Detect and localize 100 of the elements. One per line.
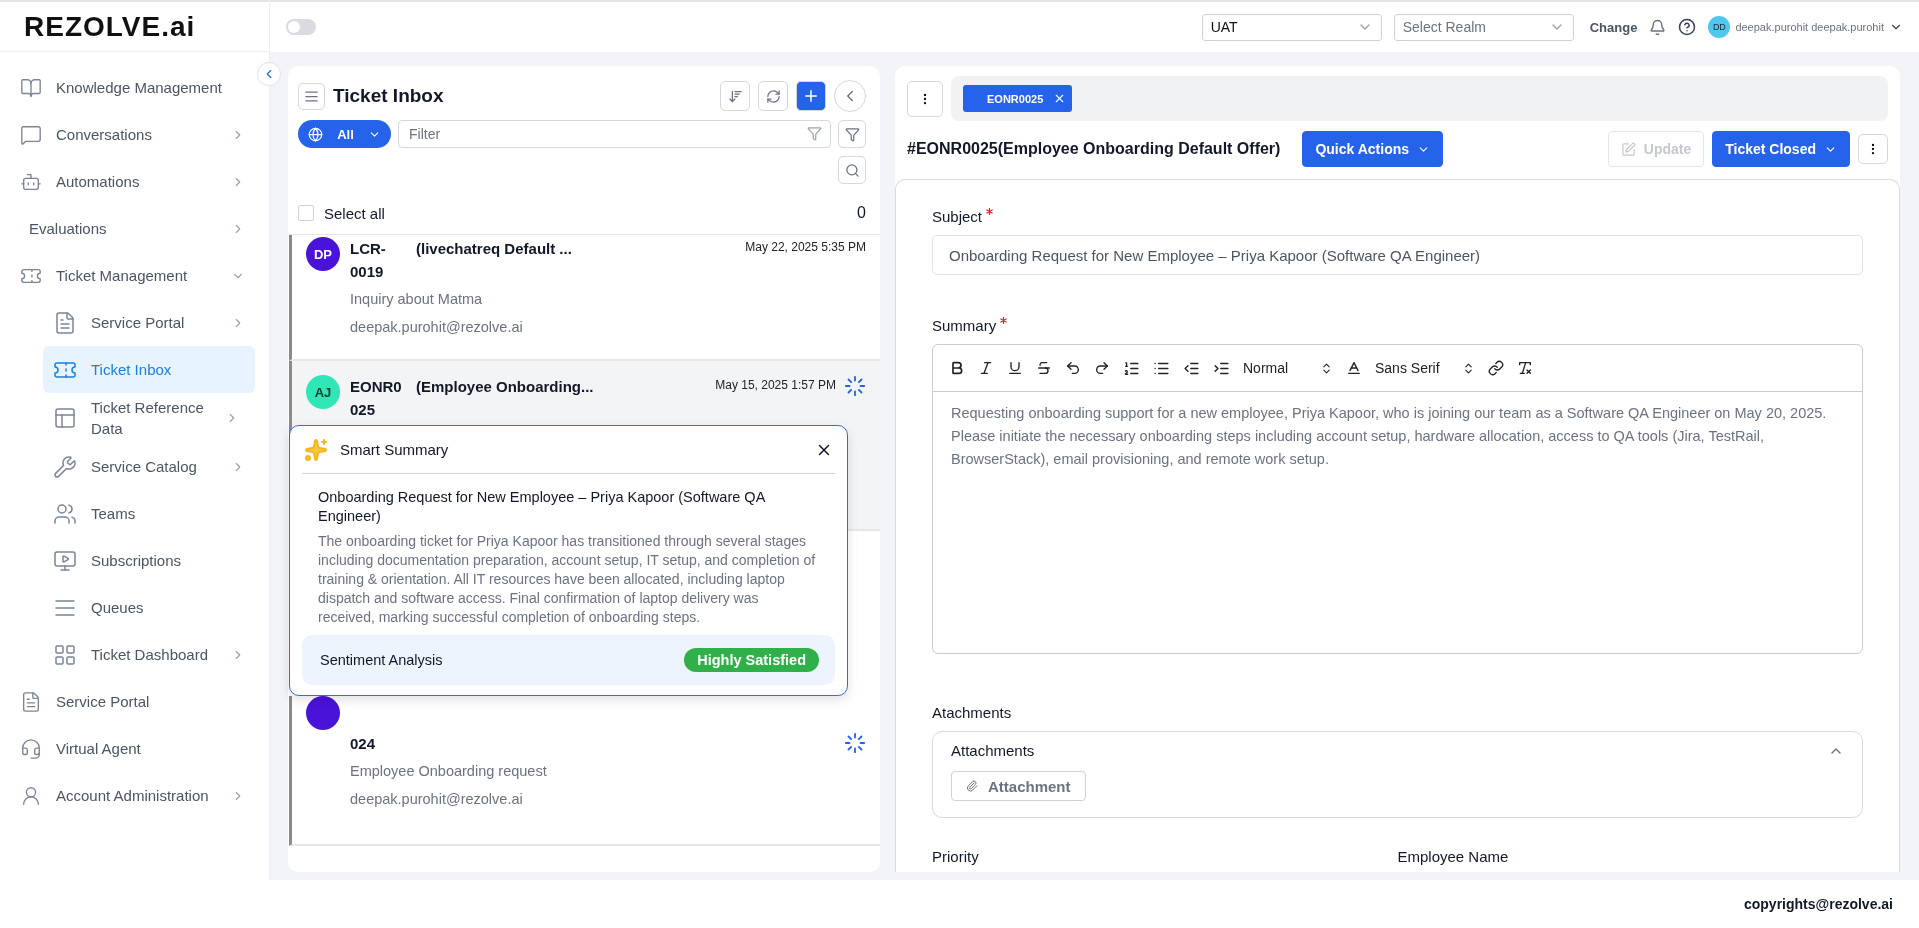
summary-text: Requesting onboarding support for a new employee, Priya Kapoor, who is joining our team as a Software QA Engineer on May 20, 2025. Please initiate the necessary onboarding steps including account setup, hardware allocation, access to QA tools (Jira, TestRail, BrowserStack), email provisioning, and remote work setup. [950, 404, 1828, 469]
undo-icon[interactable] [1065, 360, 1081, 376]
underline-icon[interactable] [1007, 360, 1023, 376]
format-select[interactable]: Normal [1243, 360, 1333, 376]
user-name[interactable]: deepak.purohit deepak.purohit [1735, 21, 1884, 33]
ticket-email: deepak.purohit@rezolve.ai [350, 318, 524, 337]
sidebar-item[interactable]: Ticket Inbox [43, 346, 255, 393]
attachment-button[interactable]: Attachment [951, 771, 1086, 801]
ticket-date: May 15, 2025 1:57 PM [715, 377, 836, 394]
sort-icon [727, 88, 743, 104]
paperclip-icon [966, 780, 978, 792]
sidebar-item[interactable]: Queues [43, 584, 255, 631]
environment-select[interactable]: UAT [1201, 13, 1382, 41]
change-link[interactable]: Change [1589, 19, 1638, 35]
ticket-heading: #EONR0025(Employee Onboarding Default Offer) [907, 140, 1281, 158]
sidebar-item[interactable]: Service Catalog [43, 443, 255, 490]
quick-actions-button[interactable]: Quick Actions [1302, 131, 1444, 167]
ticket-subject: Employee Onboarding request [350, 762, 548, 781]
sidebar-item[interactable]: Teams [43, 490, 255, 537]
sparkles-icon [304, 437, 328, 462]
ticket-id: LCR-0019 [350, 239, 387, 282]
ticket-email: deepak.purohit@rezolve.ai [350, 790, 524, 809]
document-icon [53, 310, 77, 335]
search-button[interactable] [838, 156, 866, 184]
select-all-checkbox[interactable] [298, 205, 314, 221]
avatar: DP [306, 237, 340, 271]
avatar [306, 696, 340, 730]
sidebar-item[interactable]: Conversations [20, 111, 255, 158]
sidebar-item[interactable]: Service Portal [43, 299, 255, 346]
avatar: AJ [306, 375, 340, 409]
ticket-count: 0 [857, 204, 866, 222]
sidebar-item[interactable]: Automations [20, 158, 255, 205]
ticket-title: (livechatreq Default ... [416, 239, 573, 259]
sentiment-label: Sentiment Analysis [320, 652, 443, 668]
clear-format-icon[interactable] [1517, 360, 1533, 376]
headset-icon [20, 737, 42, 760]
bell-icon[interactable] [1649, 18, 1667, 36]
document-icon [20, 690, 42, 713]
up-down-icon [1462, 361, 1475, 375]
sidebar-item[interactable]: Subscriptions [43, 537, 255, 584]
panel-title: Attachments [951, 742, 1035, 759]
book-icon [20, 76, 42, 99]
strikethrough-icon[interactable] [1036, 360, 1052, 376]
inbox-title: Ticket Inbox [333, 85, 445, 107]
select-all-label: Select all [324, 204, 386, 222]
user-avatar: DD [1708, 16, 1731, 38]
ticket-date: May 22, 2025 5:35 PM [745, 239, 866, 256]
sidebar-item[interactable]: Evaluations [20, 205, 255, 252]
ticket-id: EONR0025 [350, 377, 403, 420]
list-icon [304, 88, 319, 104]
font-select[interactable]: Sans Serif [1375, 360, 1475, 376]
scope-dropdown[interactable]: All [298, 120, 391, 148]
filter-settings-button[interactable] [838, 120, 866, 148]
status-dropdown[interactable]: Ticket Closed [1712, 131, 1850, 167]
italic-icon[interactable] [978, 360, 994, 376]
numbered-list-icon[interactable] [1123, 359, 1140, 377]
chat-icon [20, 123, 42, 146]
copyright-text: copyrights@rezolve.ai [1743, 896, 1893, 912]
bold-icon[interactable] [949, 360, 965, 376]
realm-select[interactable]: Select Realm [1393, 13, 1574, 41]
wrench-icon [53, 454, 77, 479]
up-down-icon [1320, 361, 1333, 375]
text-color-icon[interactable] [1346, 360, 1362, 376]
sidebar-item[interactable]: Ticket Reference Data [43, 393, 255, 443]
sidebar-item[interactable]: Service Portal [20, 678, 255, 725]
sidebar-item[interactable]: Ticket Dashboard [43, 631, 255, 678]
field-label: Priority [932, 848, 980, 865]
ticket-id: 024 [350, 734, 377, 754]
ticket-item[interactable]: DP LCR-0019 (livechatreq Default ... May 22, 2025 5:35 PM Inquiry about Matma deepak.purohit@rezolve.ai [289, 235, 880, 361]
add-button[interactable] [796, 81, 826, 111]
summary-title: Onboarding Request for New Employee – Priya Kapoor (Software QA Engineer) [317, 488, 767, 526]
edit-icon [1620, 141, 1636, 157]
field-label: Subject [932, 208, 983, 225]
filter-icon [844, 126, 860, 142]
link-icon[interactable] [1488, 360, 1504, 376]
ticket-item[interactable]: 024 Employee Onboarding request deepak.purohit@rezolve.ai [289, 696, 880, 846]
help-icon[interactable] [1678, 18, 1697, 36]
sentiment-badge: Highly Satisfied [684, 648, 819, 672]
list-toggle-button[interactable] [298, 82, 325, 110]
team-icon [53, 501, 77, 526]
field-label: Employee Name [1397, 848, 1510, 865]
collapse-button[interactable] [257, 62, 281, 86]
layout-icon [53, 406, 77, 430]
refresh-icon [765, 88, 781, 104]
user-icon [20, 784, 42, 807]
video-icon [53, 548, 77, 573]
subject-field[interactable]: Onboarding Request for New Employee – Priya Kapoor (Software QA Engineer) [932, 235, 1863, 275]
summary-text: The onboarding ticket for Priya Kapoor has transitioned through several stages including documentation preparation, account setup, IT setup, and completion of training & orientation. All IT resources have been allocated, including laptop dispatch and software access. Final confirmation of laptop delivery was received, marking successful completion of onboarding steps. [317, 532, 817, 627]
sidebar-item[interactable]: Knowledge Management [20, 64, 255, 111]
filter-field[interactable]: Filter [398, 120, 831, 148]
toggle-switch[interactable] [286, 19, 316, 35]
sidebar-item[interactable]: Ticket Management [20, 252, 255, 299]
field-label: Summary [932, 317, 997, 334]
ticket-tab[interactable]: EONR0025 [963, 85, 1073, 112]
sort-button[interactable] [720, 81, 750, 111]
redo-icon[interactable] [1094, 360, 1110, 376]
sidebar-item[interactable]: Virtual Agent [20, 725, 255, 772]
refresh-button[interactable] [758, 81, 788, 111]
ticket-subject: Inquiry about Matma [350, 290, 484, 309]
sidebar-item[interactable]: Account Administration [20, 772, 255, 819]
